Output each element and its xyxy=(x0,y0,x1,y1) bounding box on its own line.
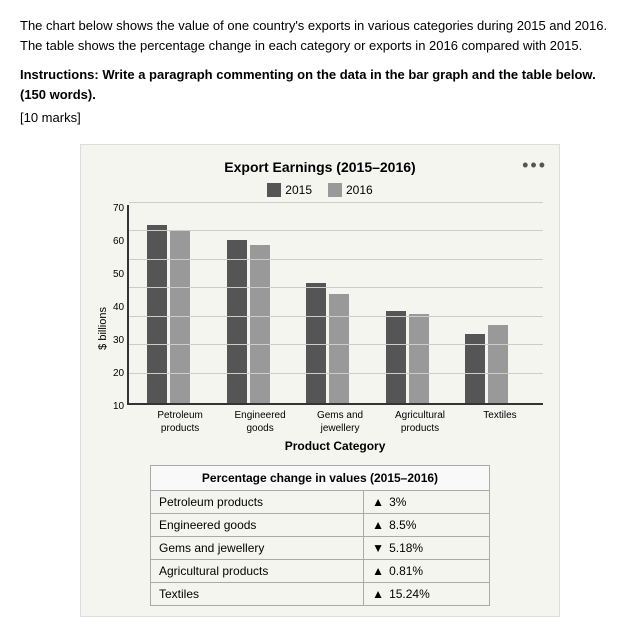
x-label-0: Petroleumproducts xyxy=(145,409,215,435)
table-cell-value: ▲ 8.5% xyxy=(364,513,490,536)
table-row: Gems and jewellery ▼ 5.18% xyxy=(151,536,490,559)
legend-box-2015 xyxy=(267,183,281,197)
table-row: Engineered goods ▲ 8.5% xyxy=(151,513,490,536)
bar-chart xyxy=(127,205,543,405)
data-table-section: Percentage change in values (2015–2016) … xyxy=(150,465,490,606)
table-cell-pct: 8.5% xyxy=(389,518,416,532)
x-label-2: Gems andjewellery xyxy=(305,409,375,435)
table-cell-category: Gems and jewellery xyxy=(151,536,364,559)
marks-text: [10 marks] xyxy=(20,108,620,128)
bar-2016-4 xyxy=(488,325,508,402)
chart-area: ••• Export Earnings (2015–2016) 2015 201… xyxy=(80,144,560,617)
arrow-up-icon: ▲ xyxy=(372,564,384,578)
x-axis-title: Product Category xyxy=(127,439,543,453)
table-cell-value: ▲ 15.24% xyxy=(364,582,490,605)
chart-title: Export Earnings (2015–2016) xyxy=(97,159,543,175)
bar-2016-3 xyxy=(409,314,429,403)
chart-inner: Petroleumproducts Engineeredgoods Gems and… xyxy=(127,205,543,453)
table-cell-pct: 15.24% xyxy=(389,587,430,601)
table-cell-category: Petroleum products xyxy=(151,491,364,514)
bar-2015-3 xyxy=(386,311,406,402)
bar-group-1 xyxy=(227,240,297,403)
x-axis-labels: Petroleumproducts Engineeredgoods Gems and… xyxy=(137,405,543,435)
description-text: The chart below shows the value of one c… xyxy=(20,16,620,55)
chart-legend: 2015 2016 xyxy=(97,183,543,197)
legend-label-2016: 2016 xyxy=(346,183,373,197)
table-cell-pct: 0.81% xyxy=(389,564,423,578)
table-title: Percentage change in values (2015–2016) xyxy=(150,465,490,491)
instructions-text: Instructions: Write a paragraph commenti… xyxy=(20,65,620,104)
table-cell-category: Agricultural products xyxy=(151,559,364,582)
more-options-icon[interactable]: ••• xyxy=(522,155,547,176)
bar-group-0 xyxy=(147,225,217,402)
table-cell-value: ▼ 5.18% xyxy=(364,536,490,559)
table-row: Textiles ▲ 15.24% xyxy=(151,582,490,605)
legend-box-2016 xyxy=(328,183,342,197)
bar-2015-0 xyxy=(147,225,167,402)
data-table: Petroleum products ▲ 3% Engineered goods ▲ 8.… xyxy=(150,491,490,606)
arrow-up-icon: ▲ xyxy=(372,587,384,601)
x-label-3: Agriculturalproducts xyxy=(385,409,455,435)
x-label-4: Textiles xyxy=(465,409,535,435)
bar-group-3 xyxy=(386,311,456,402)
arrow-down-icon: ▼ xyxy=(372,541,384,555)
table-row: Agricultural products ▲ 0.81% xyxy=(151,559,490,582)
table-cell-pct: 3% xyxy=(389,495,406,509)
bar-2015-1 xyxy=(227,240,247,403)
legend-item-2015: 2015 xyxy=(267,183,312,197)
bar-2016-1 xyxy=(250,245,270,402)
bar-group-4 xyxy=(465,325,535,402)
table-row: Petroleum products ▲ 3% xyxy=(151,491,490,514)
arrow-up-icon: ▲ xyxy=(372,518,384,532)
legend-label-2015: 2015 xyxy=(285,183,312,197)
table-cell-value: ▲ 0.81% xyxy=(364,559,490,582)
table-cell-pct: 5.18% xyxy=(389,541,423,555)
chart-body: $ billions 10 20 30 40 50 60 70 Petroleu… xyxy=(97,205,543,453)
bar-2016-2 xyxy=(329,294,349,403)
x-label-1: Engineeredgoods xyxy=(225,409,295,435)
bar-2015-2 xyxy=(306,283,326,403)
table-cell-category: Engineered goods xyxy=(151,513,364,536)
arrow-up-icon: ▲ xyxy=(372,495,384,509)
table-cell-value: ▲ 3% xyxy=(364,491,490,514)
table-cell-category: Textiles xyxy=(151,582,364,605)
y-axis-labels: 10 20 30 40 50 60 70 xyxy=(113,205,124,405)
y-axis-label: $ billions xyxy=(97,307,109,350)
bar-group-2 xyxy=(306,283,376,403)
legend-item-2016: 2016 xyxy=(328,183,373,197)
